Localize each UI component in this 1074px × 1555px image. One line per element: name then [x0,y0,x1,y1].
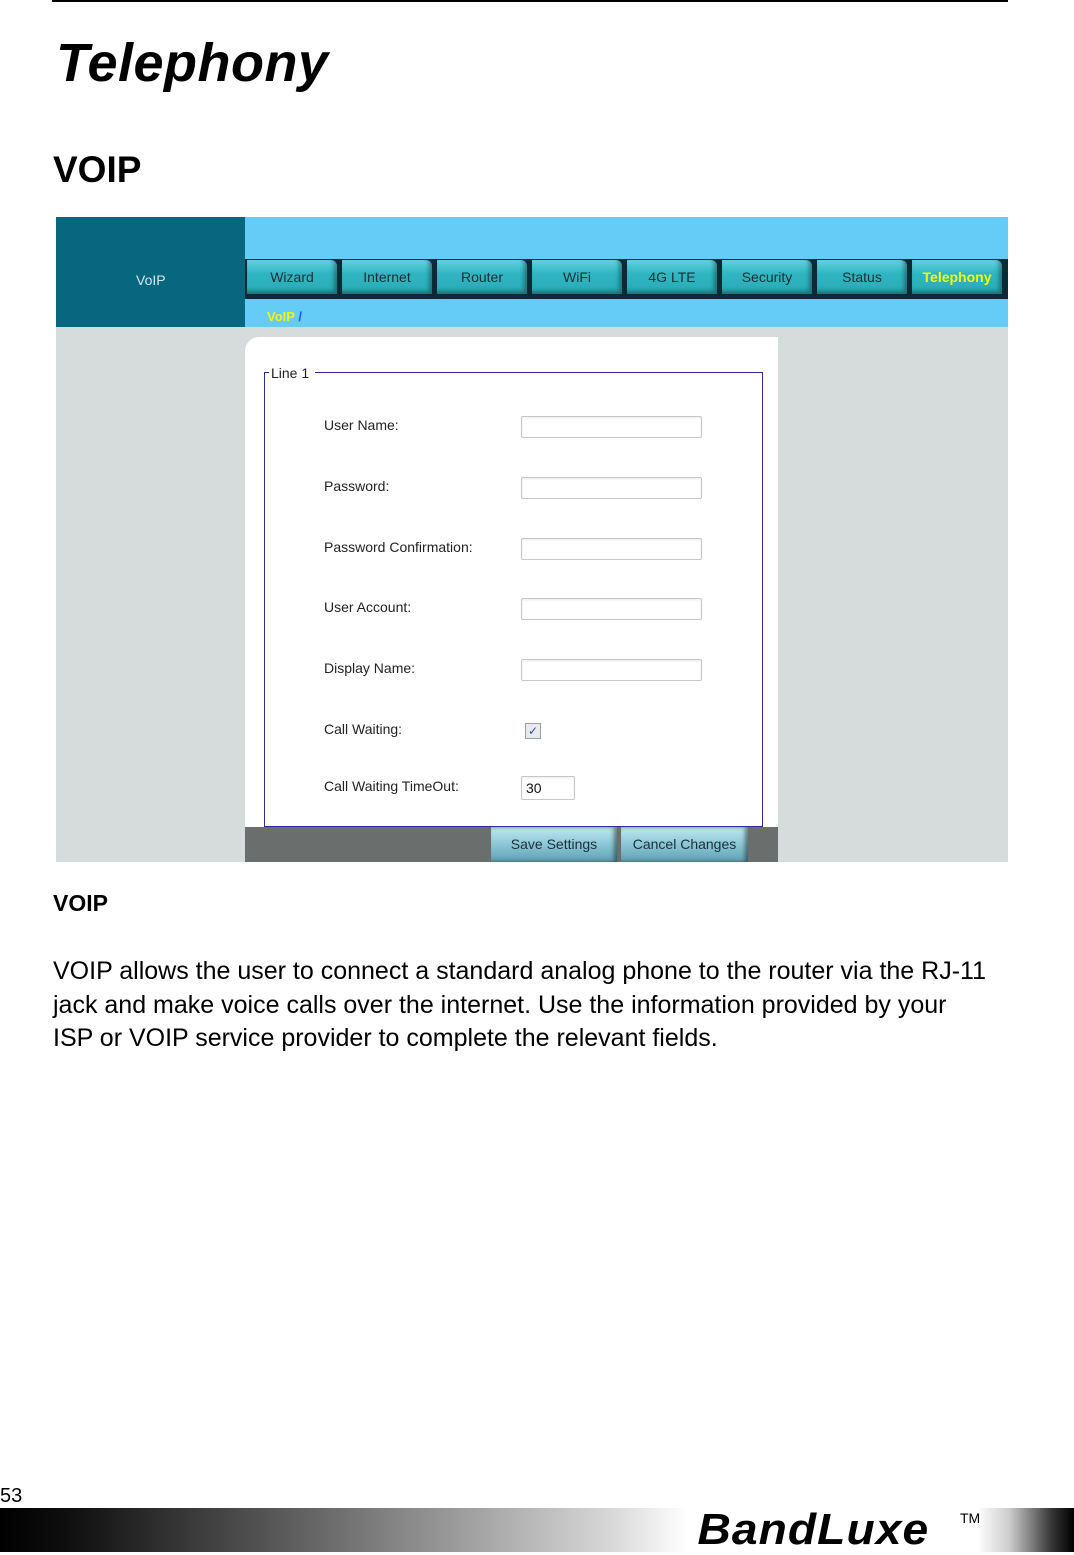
password-confirmation-label: Password Confirmation: [324,539,473,555]
tab-router[interactable]: Router [437,260,527,294]
trademark-symbol: TM [960,1510,981,1526]
user-name-input[interactable] [521,416,702,438]
call-waiting-checkbox[interactable]: ✓ [525,723,541,739]
password-input[interactable] [521,477,702,499]
breadcrumb: VoIP / [267,309,302,324]
left-pane [56,327,245,862]
display-name-input[interactable] [521,659,702,681]
caption-title: VOIP [53,890,108,916]
tab-internet[interactable]: Internet [342,260,432,294]
brand-logo: BandLuxe [697,1505,930,1554]
save-settings-button[interactable]: Save Settings [491,827,617,862]
router-ui-screenshot: VoIP Wizard Internet Router WiFi 4G LTE … [56,217,1008,862]
checkmark-icon: ✓ [527,724,539,738]
tab-wifi[interactable]: WiFi [532,260,622,294]
display-name-label: Display Name: [324,660,416,676]
breadcrumb-separator: / [298,309,302,324]
tab-wizard[interactable]: Wizard [247,260,337,294]
password-label: Password: [324,478,390,494]
page-label-panel: VoIP [56,217,245,327]
breadcrumb-current[interactable]: VoIP [267,309,295,324]
top-rule [52,0,1008,2]
right-pane [778,344,1008,862]
page-label: VoIP [136,272,166,288]
user-account-input[interactable] [521,598,702,620]
call-waiting-timeout-label: Call Waiting TimeOut: [324,778,459,794]
tab-status[interactable]: Status [817,260,907,294]
fieldset-legend: Line 1 [269,365,316,381]
user-account-label: User Account: [324,599,412,615]
tab-telephony[interactable]: Telephony [912,260,1002,294]
body-paragraph: VOIP allows the user to connect a standa… [53,957,986,1052]
page-title: Telephony [56,33,329,93]
section-title: VOIP [53,149,142,190]
cancel-changes-button[interactable]: Cancel Changes [621,827,748,862]
call-waiting-timeout-input[interactable] [521,776,575,800]
tab-security[interactable]: Security [722,260,812,294]
user-name-label: User Name: [324,417,399,433]
page-number: 53 [0,1485,23,1507]
tab-4g-lte[interactable]: 4G LTE [627,260,717,294]
password-confirmation-input[interactable] [521,538,702,560]
call-waiting-label: Call Waiting: [324,721,403,737]
